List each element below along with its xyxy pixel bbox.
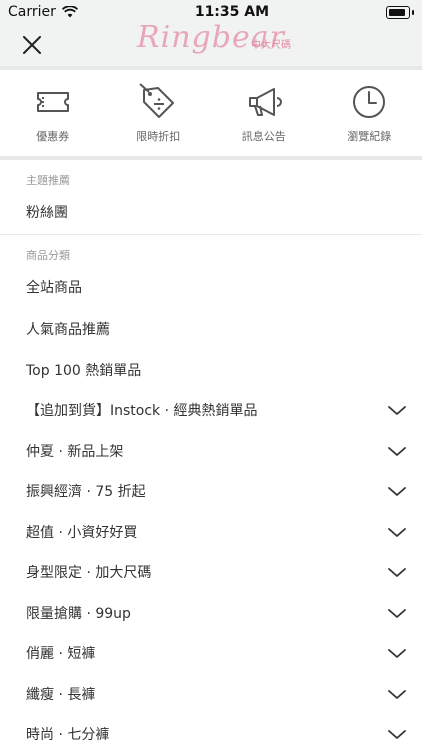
menu-item-fan-page[interactable]: 粉絲團: [0, 190, 422, 234]
megaphone-icon: [244, 82, 284, 122]
status-left: Carrier: [8, 4, 78, 20]
battery-cap: [412, 10, 414, 15]
category-item[interactable]: 全站商品: [0, 265, 422, 309]
chevron-down-icon[interactable]: [386, 723, 408, 745]
clock-icon: [349, 82, 389, 122]
category-item-label: Top 100 熱銷單品: [26, 360, 141, 380]
quick-link-discounts[interactable]: 限時折扣: [106, 70, 212, 156]
quick-links: 優惠券 限時折扣 訊息公告 瀏覽紀錄: [0, 70, 422, 160]
section-title-theme: 主題推薦: [0, 160, 422, 190]
category-item-label: 仲夏 · 新品上架: [26, 441, 123, 461]
carrier-label: Carrier: [8, 4, 56, 20]
category-item-label: 身型限定 · 加大尺碼: [26, 562, 151, 582]
chevron-down-icon[interactable]: [386, 399, 408, 421]
status-time: 11:35 AM: [195, 4, 269, 20]
category-item-label: 俏麗 · 短褲: [26, 643, 95, 663]
chevron-down-icon[interactable]: [386, 602, 408, 624]
section-title-categories: 商品分類: [0, 235, 422, 265]
category-item-label: 限量搶購 · 99up: [26, 603, 131, 623]
category-item[interactable]: 仲夏 · 新品上架: [0, 431, 422, 472]
battery-indicator: [386, 6, 414, 19]
category-item-label: 纖瘦 · 長褲: [26, 684, 95, 704]
chevron-down-icon[interactable]: [386, 642, 408, 664]
ticket-icon: [33, 82, 73, 122]
discount-tag-icon: [138, 82, 178, 122]
quick-link-label: 瀏覽紀錄: [347, 128, 391, 144]
category-item-label: 振興經濟 · 75 折起: [26, 481, 146, 501]
app-header: Ringbear 中大尺碼: [0, 24, 422, 70]
quick-link-label: 限時折扣: [136, 128, 180, 144]
category-item[interactable]: 超值 · 小資好好買: [0, 512, 422, 553]
battery-icon: [386, 6, 410, 19]
category-item-label: 超值 · 小資好好買: [26, 522, 137, 542]
chevron-down-icon[interactable]: [386, 683, 408, 705]
category-item[interactable]: 俏麗 · 短褲: [0, 633, 422, 674]
category-item-label: 【追加到貨】Instock · 經典熱銷單品: [26, 400, 258, 420]
category-item[interactable]: 【追加到貨】Instock · 經典熱銷單品: [0, 390, 422, 431]
category-item-label: 時尚 · 七分褲: [26, 724, 109, 744]
category-item[interactable]: 限量搶購 · 99up: [0, 593, 422, 634]
quick-link-announcements[interactable]: 訊息公告: [211, 70, 317, 156]
logo-subtext: 中大尺碼: [251, 36, 291, 51]
category-item[interactable]: 人氣商品推薦: [0, 309, 422, 350]
category-list: 全站商品人氣商品推薦 Top 100 熱銷單品【追加到貨】Instock · 經典…: [0, 265, 422, 755]
quick-link-label: 訊息公告: [242, 128, 286, 144]
category-item[interactable]: 纖瘦 · 長褲: [0, 674, 422, 715]
chevron-down-icon[interactable]: [386, 521, 408, 543]
category-item[interactable]: 時尚 · 七分褲: [0, 714, 422, 755]
quick-link-history[interactable]: 瀏覽紀錄: [317, 70, 422, 156]
brand-logo: Ringbear 中大尺碼: [137, 20, 285, 55]
menu-item-label: 粉絲團: [26, 202, 68, 222]
category-item[interactable]: 振興經濟 · 75 折起: [0, 471, 422, 512]
chevron-down-icon[interactable]: [386, 480, 408, 502]
category-item[interactable]: Top 100 熱銷單品: [0, 350, 422, 391]
quick-link-label: 優惠券: [36, 128, 69, 144]
category-item[interactable]: 身型限定 · 加大尺碼: [0, 552, 422, 593]
quick-link-coupons[interactable]: 優惠券: [0, 70, 106, 156]
close-icon: [23, 36, 41, 54]
category-item-label: 全站商品: [26, 277, 82, 297]
chevron-down-icon[interactable]: [386, 440, 408, 462]
chevron-down-icon[interactable]: [386, 561, 408, 583]
close-button[interactable]: [14, 27, 50, 63]
category-item-label: 人氣商品推薦: [26, 319, 110, 339]
wifi-icon: [62, 6, 78, 18]
